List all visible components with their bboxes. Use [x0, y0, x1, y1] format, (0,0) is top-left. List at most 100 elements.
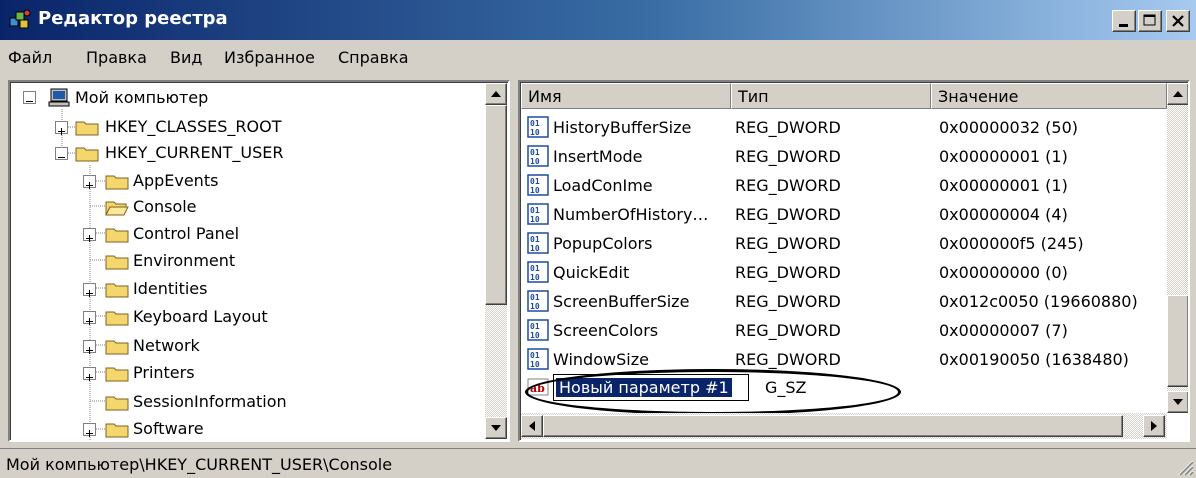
- tree-label: SessionInformation: [133, 392, 287, 411]
- registry-editor-window: Редактор реестра Файл Правка Вид Избранн…: [0, 0, 1196, 478]
- folder-icon: [105, 228, 129, 243]
- resize-grip-icon[interactable]: [1176, 458, 1194, 476]
- cell-name: NumberOfHistory…: [553, 205, 709, 224]
- list-item[interactable]: 01 10 ScreenBufferSize REG_DWORD 0x012c0050 …: [521, 287, 1188, 316]
- menu-help[interactable]: Справка: [338, 48, 409, 67]
- list-item[interactable]: 01 10 InsertMode REG_DWORD 0x00000001 (1): [521, 142, 1188, 171]
- title-bar[interactable]: Редактор реестра: [0, 0, 1196, 40]
- tree-label: Identities: [133, 279, 208, 298]
- maximize-icon: [1143, 14, 1156, 26]
- expand-icon[interactable]: [55, 121, 68, 135]
- svg-text:10: 10: [530, 244, 540, 253]
- collapse-icon[interactable]: [23, 91, 36, 104]
- minimize-icon: [1119, 24, 1128, 27]
- svg-text:10: 10: [530, 128, 540, 137]
- dword-value-icon: 0110: [527, 145, 549, 167]
- list-item[interactable]: 01 10 NumberOfHistory… REG_DWORD 0x00000004 …: [521, 200, 1188, 229]
- expand-icon[interactable]: [83, 228, 96, 242]
- arrow-down-icon: [1173, 399, 1183, 405]
- scroll-down-button[interactable]: [485, 417, 507, 439]
- svg-text:10: 10: [530, 157, 540, 166]
- folder-icon: [105, 283, 129, 298]
- menu-view[interactable]: Вид: [170, 48, 202, 67]
- folder-icon: [105, 311, 129, 326]
- scroll-up-button[interactable]: [1167, 83, 1188, 105]
- cell-type: REG_DWORD: [735, 350, 841, 369]
- cell-name: ScreenColors: [553, 321, 659, 340]
- scroll-up-button[interactable]: [485, 83, 507, 105]
- tree-vertical-scrollbar[interactable]: [485, 83, 507, 439]
- expand-icon[interactable]: [83, 367, 96, 381]
- scroll-thumb[interactable]: [485, 105, 507, 305]
- svg-text:10: 10: [530, 186, 540, 195]
- tree-label: Software: [133, 419, 204, 438]
- cell-value: 0x00000007 (7): [939, 321, 1068, 340]
- expand-icon[interactable]: [83, 423, 96, 437]
- tree-pane: Мой компьютер HKEY_CLASSES_ROOT HKEY_CUR…: [8, 80, 510, 442]
- dword-value-icon: 0110: [527, 232, 549, 254]
- svg-text:01: 01: [530, 293, 540, 302]
- tree-label: HKEY_CURRENT_USER: [105, 143, 284, 162]
- menu-bar: Файл Правка Вид Избранное Справка: [0, 44, 1196, 72]
- cell-value: 0x00000004 (4): [939, 205, 1068, 224]
- svg-text:01: 01: [530, 119, 540, 128]
- status-bar: Мой компьютер\HKEY_CURRENT_USER\Console: [0, 448, 1196, 478]
- folder-icon: [105, 396, 129, 411]
- column-header-type[interactable]: Тип: [731, 83, 931, 109]
- scroll-left-button[interactable]: [521, 415, 543, 437]
- menu-favorites[interactable]: Избранное: [224, 48, 315, 67]
- cell-name: LoadConIme: [553, 176, 653, 195]
- expand-icon[interactable]: [83, 311, 96, 325]
- close-button[interactable]: [1166, 10, 1190, 32]
- column-header-value[interactable]: Значение: [931, 83, 1167, 109]
- folder-icon: [105, 255, 129, 270]
- list-item[interactable]: 01 10 LoadConIme REG_DWORD 0x00000001 (1): [521, 171, 1188, 200]
- cell-value: 0x00000001 (1): [939, 176, 1068, 195]
- list-vertical-scrollbar[interactable]: [1167, 83, 1188, 413]
- svg-text:10: 10: [530, 331, 540, 340]
- cell-type: REG_DWORD: [735, 234, 841, 253]
- minimize-button[interactable]: [1112, 10, 1136, 32]
- tree-label: HKEY_CLASSES_ROOT: [105, 117, 282, 136]
- svg-text:01: 01: [530, 264, 540, 273]
- cell-value: 0x00000001 (1): [939, 147, 1068, 166]
- cell-name: InsertMode: [553, 147, 643, 166]
- tree-label: Control Panel: [133, 224, 240, 243]
- cell-type: REG_DWORD: [735, 292, 841, 311]
- cell-type: REG_DWORD: [735, 176, 841, 195]
- column-header-name[interactable]: Имя: [521, 83, 731, 109]
- dword-value-icon: 0110: [527, 319, 549, 341]
- tree-label: AppEvents: [133, 171, 219, 190]
- list-item[interactable]: 01 10 WindowSize REG_DWORD 0x00190050 (16384…: [521, 345, 1188, 374]
- cell-type: REG_DWORD: [735, 321, 841, 340]
- cell-name: WindowSize: [553, 350, 649, 369]
- highlight-ellipse: [525, 369, 901, 415]
- folder-icon: [105, 340, 129, 355]
- collapse-icon[interactable]: [55, 147, 68, 160]
- dword-value-icon: 0110: [527, 348, 549, 370]
- tree-label: Environment: [133, 251, 236, 270]
- scroll-down-button[interactable]: [1167, 391, 1188, 413]
- cell-name: PopupColors: [553, 234, 653, 253]
- list-horizontal-scrollbar[interactable]: [521, 413, 1167, 439]
- tree-lines: [61, 109, 111, 440]
- scroll-right-button[interactable]: [1143, 415, 1165, 437]
- svg-text:10: 10: [530, 302, 540, 311]
- menu-file[interactable]: Файл: [8, 48, 52, 67]
- list-item[interactable]: 01 10 HistoryBufferSize REG_DWORD 0x00000032…: [521, 113, 1188, 142]
- list-item[interactable]: 01 10 PopupColors REG_DWORD 0x000000f5 (245): [521, 229, 1188, 258]
- maximize-button[interactable]: [1138, 10, 1162, 32]
- menu-edit[interactable]: Правка: [86, 48, 147, 67]
- status-path: Мой компьютер\HKEY_CURRENT_USER\Console: [6, 455, 393, 474]
- scroll-thumb[interactable]: [1167, 295, 1188, 387]
- svg-text:01: 01: [530, 177, 540, 186]
- expand-icon[interactable]: [83, 175, 96, 189]
- list-item[interactable]: 01 10 QuickEdit REG_DWORD 0x00000000 (0): [521, 258, 1188, 287]
- list-item[interactable]: 01 10 ScreenColors REG_DWORD 0x00000007 (7): [521, 316, 1188, 345]
- scroll-thumb[interactable]: [543, 415, 1123, 437]
- folder-icon: [75, 147, 99, 162]
- expand-icon[interactable]: [83, 340, 96, 354]
- svg-text:10: 10: [530, 215, 540, 224]
- expand-icon[interactable]: [83, 283, 96, 297]
- arrow-down-icon: [491, 425, 501, 431]
